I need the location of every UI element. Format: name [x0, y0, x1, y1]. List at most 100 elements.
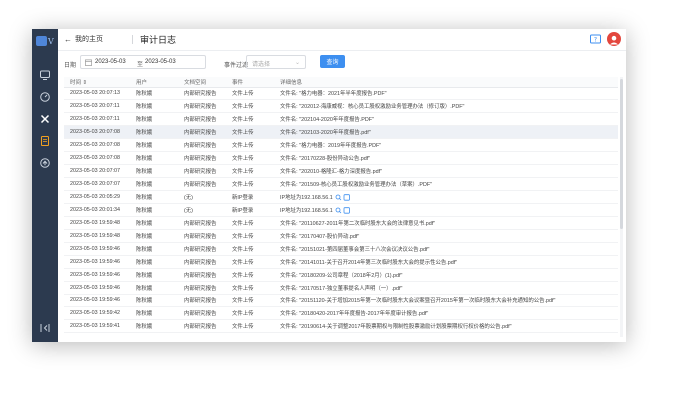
table-row[interactable]: 2023-05-03 19:59:41 陈秋娥 内部研究报告 文件上传 文件名: "20…	[64, 319, 618, 334]
cell-event: 文件上传	[226, 242, 274, 256]
table-row[interactable]: 2023-05-03 20:07:08 陈秋娥 内部研究报告 文件上传 文件名: "格力…	[64, 138, 618, 153]
cell-space: 内部研究报告	[178, 229, 226, 243]
cell-space: 内部研究报告	[178, 125, 226, 140]
cell-event-text: 文件上传	[232, 182, 254, 189]
cell-space-text: 内部研究报告	[184, 117, 217, 124]
cell-user: 陈秋娥	[130, 190, 178, 204]
table-row[interactable]: 2023-05-03 20:07:07 陈秋娥 内部研究报告 文件上传 文件名: "20…	[64, 164, 618, 179]
date-label: 日期	[64, 63, 77, 69]
user-icon	[610, 35, 618, 45]
cell-user: 陈秋娥	[130, 138, 178, 153]
column-header-time[interactable]: 时间 ⇕	[64, 77, 130, 88]
cell-detail-text: 文件名: "20170517-独立董事提名人声明（一）.pdf"	[280, 285, 403, 292]
cell-event-text: 文件上传	[232, 156, 254, 163]
cell-event-text: 文件上传	[232, 272, 254, 279]
cell-user-text: 陈秋娥	[136, 182, 153, 189]
ip-lookup-icon[interactable]	[335, 194, 351, 201]
cell-detail-text: 文件名: "20141011-关于召开2014年第三次临时股东大会的提示性公告.…	[280, 259, 458, 266]
table-row[interactable]: 2023-05-03 20:05:29 陈秋娥 (无) 新IP登录 IP地址为192.1…	[64, 190, 618, 204]
table-row[interactable]: 2023-05-03 20:07:11 陈秋娥 内部研究报告 文件上传 文件名: "20…	[64, 112, 618, 127]
table-row[interactable]: 2023-05-03 20:07:08 陈秋娥 内部研究报告 文件上传 文件名: "20…	[64, 151, 618, 166]
table-row[interactable]: 2023-05-03 20:07:13 陈秋娥 内部研究报告 文件上传 文件名: "格力…	[64, 87, 618, 101]
cell-detail: 文件名: "202103-2020年年度报告.pdf"	[274, 125, 618, 140]
cell-detail: 文件名: "20141011-关于召开2014年第三次临时股东大会的提示性公告.…	[274, 255, 618, 269]
avatar[interactable]	[607, 32, 621, 46]
calendar-icon	[85, 59, 92, 66]
cell-time-text: 2023-05-03 20:05:29	[70, 193, 121, 200]
cell-user-text: 陈秋娥	[136, 143, 153, 150]
cell-detail-text: 文件名: "20151120-关于增加2015年第一次临时股东大会议案暨召开20…	[280, 298, 556, 305]
cell-user-text: 陈秋娥	[136, 324, 153, 331]
cell-detail-text: 文件名: "202010-格隆汇-格力深度报告.pdf"	[280, 169, 383, 176]
table-row[interactable]: 2023-05-03 19:59:46 陈秋娥 内部研究报告 文件上传 文件名: "20…	[64, 281, 618, 295]
cell-user: 陈秋娥	[130, 255, 178, 269]
cell-event: 文件上传	[226, 164, 274, 179]
cell-detail-text: 文件名: "202104-2020年年度报告.PDF"	[280, 117, 375, 124]
scrollbar-thumb[interactable]	[620, 79, 623, 229]
date-range-picker[interactable]: 2023-05-03 至 2023-05-03	[80, 55, 206, 69]
cell-time-text: 2023-05-03 20:07:08	[70, 129, 121, 136]
cell-event: 新IP登录	[226, 190, 274, 204]
page-title: 审计日志	[140, 35, 177, 45]
cell-space: 内部研究报告	[178, 99, 226, 114]
upload-icon[interactable]	[39, 157, 51, 169]
cell-event: 文件上传	[226, 99, 274, 114]
cell-time: 2023-05-03 19:59:46	[64, 242, 130, 256]
table-row[interactable]: 2023-05-03 19:59:46 陈秋娥 内部研究报告 文件上传 文件名: "20…	[64, 294, 618, 308]
table-row[interactable]: 2023-05-03 19:59:46 陈秋娥 内部研究报告 文件上传 文件名: "20…	[64, 242, 618, 256]
svg-text:?: ?	[594, 37, 597, 44]
column-header-detail: 详细信息	[274, 77, 618, 88]
cell-time-text: 2023-05-03 20:07:13	[70, 90, 121, 97]
cell-space-text: 内部研究报告	[184, 246, 217, 253]
cell-event-text: 文件上传	[232, 220, 254, 227]
cell-time: 2023-05-03 19:59:46	[64, 281, 130, 295]
cell-detail-text: 文件名: "20180420-2017年年度报告-2017年年度审计报告.pdf…	[280, 311, 429, 318]
table-row[interactable]: 2023-05-03 19:59:48 陈秋娥 内部研究报告 文件上传 文件名: "20…	[64, 216, 618, 230]
table-row[interactable]: 2023-05-03 20:07:11 陈秋娥 内部研究报告 文件上传 文件名: "20…	[64, 99, 618, 114]
cell-time-text: 2023-05-03 20:07:08	[70, 155, 121, 162]
cell-space-text: (无)	[184, 194, 193, 201]
cell-time: 2023-05-03 19:59:46	[64, 268, 130, 282]
cell-detail-text: 文件名: "20151021-第四届董事会第三十八次会议决议公告.pdf"	[280, 246, 430, 253]
table-row[interactable]: 2023-05-03 20:01:34 陈秋娥 (无) 新IP登录 IP地址为192.1…	[64, 203, 618, 217]
cell-time: 2023-05-03 19:59:48	[64, 216, 130, 230]
cell-user: 陈秋娥	[130, 177, 178, 191]
back-link[interactable]: ← 我的主页	[64, 34, 103, 44]
table-row[interactable]: 2023-05-03 19:59:46 陈秋娥 内部研究报告 文件上传 文件名: "20…	[64, 255, 618, 269]
cell-event-text: 文件上传	[232, 117, 254, 124]
cell-time: 2023-05-03 19:59:46	[64, 255, 130, 269]
monitor-icon[interactable]	[39, 69, 51, 81]
table-row[interactable]: 2023-05-03 19:59:48 陈秋娥 内部研究报告 文件上传 文件名: "20…	[64, 229, 618, 243]
cell-user: 陈秋娥	[130, 87, 178, 101]
table-row[interactable]: 2023-05-03 19:59:46 陈秋娥 内部研究报告 文件上传 文件名: "20…	[64, 268, 618, 282]
cell-detail-text: 文件名: "格力电器：2019年年度报告.PDF"	[280, 143, 382, 150]
cell-user-text: 陈秋娥	[136, 156, 153, 163]
cell-detail-text: 文件名: "20170228-股份异动公告.pdf"	[280, 156, 371, 163]
tools-icon[interactable]	[39, 113, 51, 125]
collapse-icon[interactable]	[38, 322, 52, 334]
table-row[interactable]: 2023-05-03 19:59:42 陈秋娥 内部研究报告 文件上传 文件名: "20…	[64, 306, 618, 321]
cell-time: 2023-05-03 19:59:46	[64, 294, 130, 308]
event-filter-select[interactable]: 请选择 ⌄	[246, 55, 306, 69]
cell-detail-text: 文件名: "20190614-关于调整2017年股票期权与限制性股票激励计划股票…	[280, 324, 512, 331]
cell-time-text: 2023-05-03 19:59:46	[70, 245, 121, 252]
table-row[interactable]: 2023-05-03 20:07:08 陈秋娥 内部研究报告 文件上传 文件名: "20…	[64, 125, 618, 140]
document-icon[interactable]	[39, 135, 51, 147]
cell-user: 陈秋娥	[130, 306, 178, 321]
dashboard-icon[interactable]	[39, 91, 51, 103]
cell-detail: 文件名: "20180209-公司章程（2018年2月）(1).pdf"	[274, 268, 618, 282]
app-logo[interactable]: V	[36, 34, 55, 48]
cell-time-text: 2023-05-03 19:59:46	[70, 271, 121, 278]
cell-detail-text: 文件名: "格力电器：2021年半年度报告.PDF"	[280, 91, 387, 98]
ip-lookup-icon[interactable]	[335, 207, 351, 214]
table-row[interactable]: 2023-05-03 20:07:07 陈秋娥 内部研究报告 文件上传 文件名: "20…	[64, 177, 618, 191]
help-icon[interactable]: ?	[589, 33, 602, 46]
cell-time: 2023-05-03 20:07:08	[64, 151, 130, 166]
cell-detail-text: 文件名: "20180209-公司章程（2018年2月）(1).pdf"	[280, 272, 403, 279]
cell-event: 文件上传	[226, 229, 274, 243]
cell-user-text: 陈秋娥	[136, 298, 153, 305]
cell-user-text: 陈秋娥	[136, 207, 153, 214]
query-button[interactable]: 查询	[320, 55, 345, 68]
logo-mark	[36, 36, 47, 46]
cell-time-text: 2023-05-03 19:59:46	[70, 258, 121, 265]
